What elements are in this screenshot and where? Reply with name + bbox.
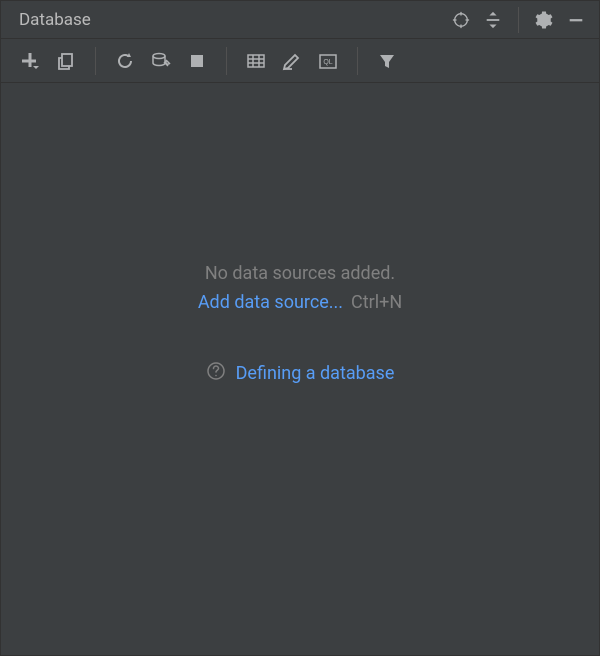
add-button[interactable] [15, 46, 45, 76]
title-bar: Database [1, 1, 599, 39]
filter-button[interactable] [372, 46, 402, 76]
toolbar-separator-3 [357, 47, 358, 75]
console-button[interactable]: QL [313, 46, 343, 76]
minimize-icon[interactable] [563, 7, 589, 33]
title-separator [518, 7, 519, 33]
table-view-button[interactable] [241, 46, 271, 76]
edit-button[interactable] [277, 46, 307, 76]
duplicate-button[interactable] [51, 46, 81, 76]
toolbar: QL [1, 39, 599, 83]
add-action-row: Add data source... Ctrl+N [198, 292, 402, 313]
target-icon[interactable] [448, 7, 474, 33]
svg-text:QL: QL [323, 59, 332, 66]
panel-title: Database [19, 10, 91, 30]
help-row: Defining a database [206, 361, 395, 386]
toolbar-separator-1 [95, 47, 96, 75]
gear-icon[interactable] [531, 7, 557, 33]
help-link[interactable]: Defining a database [236, 363, 395, 384]
add-shortcut: Ctrl+N [351, 292, 402, 313]
toolbar-separator-2 [226, 47, 227, 75]
content-area: No data sources added. Add data source..… [1, 83, 599, 655]
stop-button[interactable] [182, 46, 212, 76]
empty-state-message: No data sources added. [205, 263, 395, 284]
refresh-button[interactable] [110, 46, 140, 76]
help-icon [206, 361, 226, 386]
add-data-source-link[interactable]: Add data source... [198, 292, 343, 313]
database-panel: Database [0, 0, 600, 656]
data-source-properties-button[interactable] [146, 46, 176, 76]
title-actions [448, 7, 589, 33]
collapse-all-icon[interactable] [480, 7, 506, 33]
